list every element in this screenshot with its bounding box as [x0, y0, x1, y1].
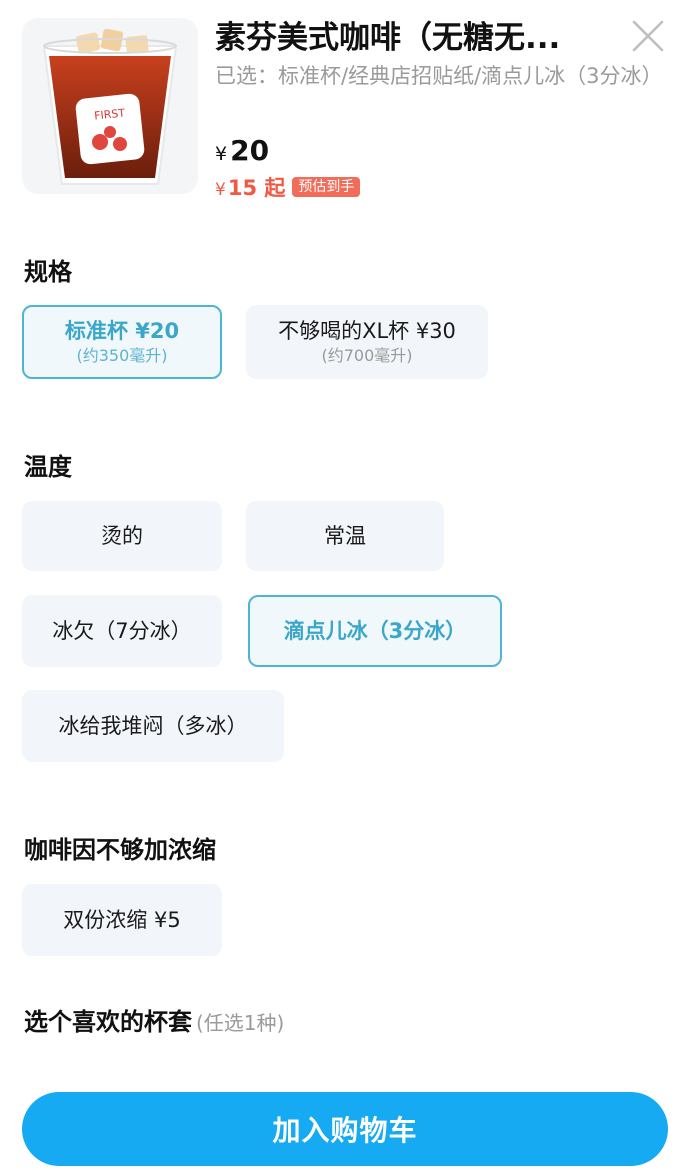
section-title-temperature: 温度	[24, 453, 72, 481]
estimated-price-value: ¥15 起	[215, 172, 285, 202]
option-sublabel: (约700毫升)	[321, 346, 413, 365]
option-label: 常温	[324, 524, 366, 548]
option-label: 烫的	[101, 524, 143, 548]
est-price-suffix: 起	[264, 176, 286, 200]
close-icon	[632, 20, 664, 52]
section-hint: (任选1种)	[196, 1011, 285, 1035]
section-title-espresso: 咖啡因不够加浓缩	[24, 836, 216, 864]
section-title-sleeve: 选个喜欢的杯套 (任选1种)	[24, 1002, 284, 1037]
product-price: ¥20	[215, 134, 269, 167]
option-sublabel: (约350毫升)	[76, 346, 168, 365]
option-label: 标准杯 ¥20	[64, 319, 180, 343]
section-title-size: 规格	[24, 258, 72, 286]
option-label: 滴点儿冰（3分冰）	[283, 619, 467, 643]
est-price-number: 15	[227, 176, 258, 200]
product-header: FIRST 素芬美式咖啡（无糖无... 已选：标准杯/经典店招贴纸/滴点儿冰（3…	[0, 0, 690, 210]
estimated-price: ¥15 起 预估到手	[215, 172, 361, 202]
temperature-option-less-ice[interactable]: 冰欠（7分冰）	[22, 595, 222, 667]
close-button[interactable]	[628, 16, 668, 56]
product-image: FIRST	[22, 18, 198, 194]
temperature-option-extra-ice[interactable]: 冰给我堆闷（多冰）	[22, 690, 284, 762]
option-label: 冰给我堆闷（多冰）	[58, 714, 248, 738]
temperature-option-light-ice[interactable]: 滴点儿冰（3分冰）	[248, 595, 502, 667]
product-title: 素芬美式咖啡（无糖无...	[215, 20, 561, 56]
section-title-text: 选个喜欢的杯套	[24, 1008, 192, 1036]
option-label: 不够喝的XL杯 ¥30	[278, 319, 456, 343]
temperature-option-room[interactable]: 常温	[246, 501, 444, 571]
option-label: 双份浓缩 ¥5	[63, 908, 181, 932]
price-value: 20	[230, 134, 270, 167]
size-option-xl[interactable]: 不够喝的XL杯 ¥30 (约700毫升)	[246, 305, 488, 379]
currency-symbol: ¥	[215, 180, 226, 200]
espresso-option-double[interactable]: 双份浓缩 ¥5	[22, 884, 222, 956]
estimated-badge: 预估到手	[292, 177, 361, 197]
selected-options-summary: 已选：标准杯/经典店招贴纸/滴点儿冰（3分冰）	[215, 64, 663, 88]
add-to-cart-button[interactable]: 加入购物车	[22, 1092, 668, 1166]
iced-coffee-cup-icon: FIRST	[42, 28, 178, 185]
temperature-option-hot[interactable]: 烫的	[22, 501, 222, 571]
currency-symbol: ¥	[215, 143, 228, 165]
size-option-standard[interactable]: 标准杯 ¥20 (约350毫升)	[22, 305, 222, 379]
option-label: 冰欠（7分冰）	[52, 619, 192, 643]
